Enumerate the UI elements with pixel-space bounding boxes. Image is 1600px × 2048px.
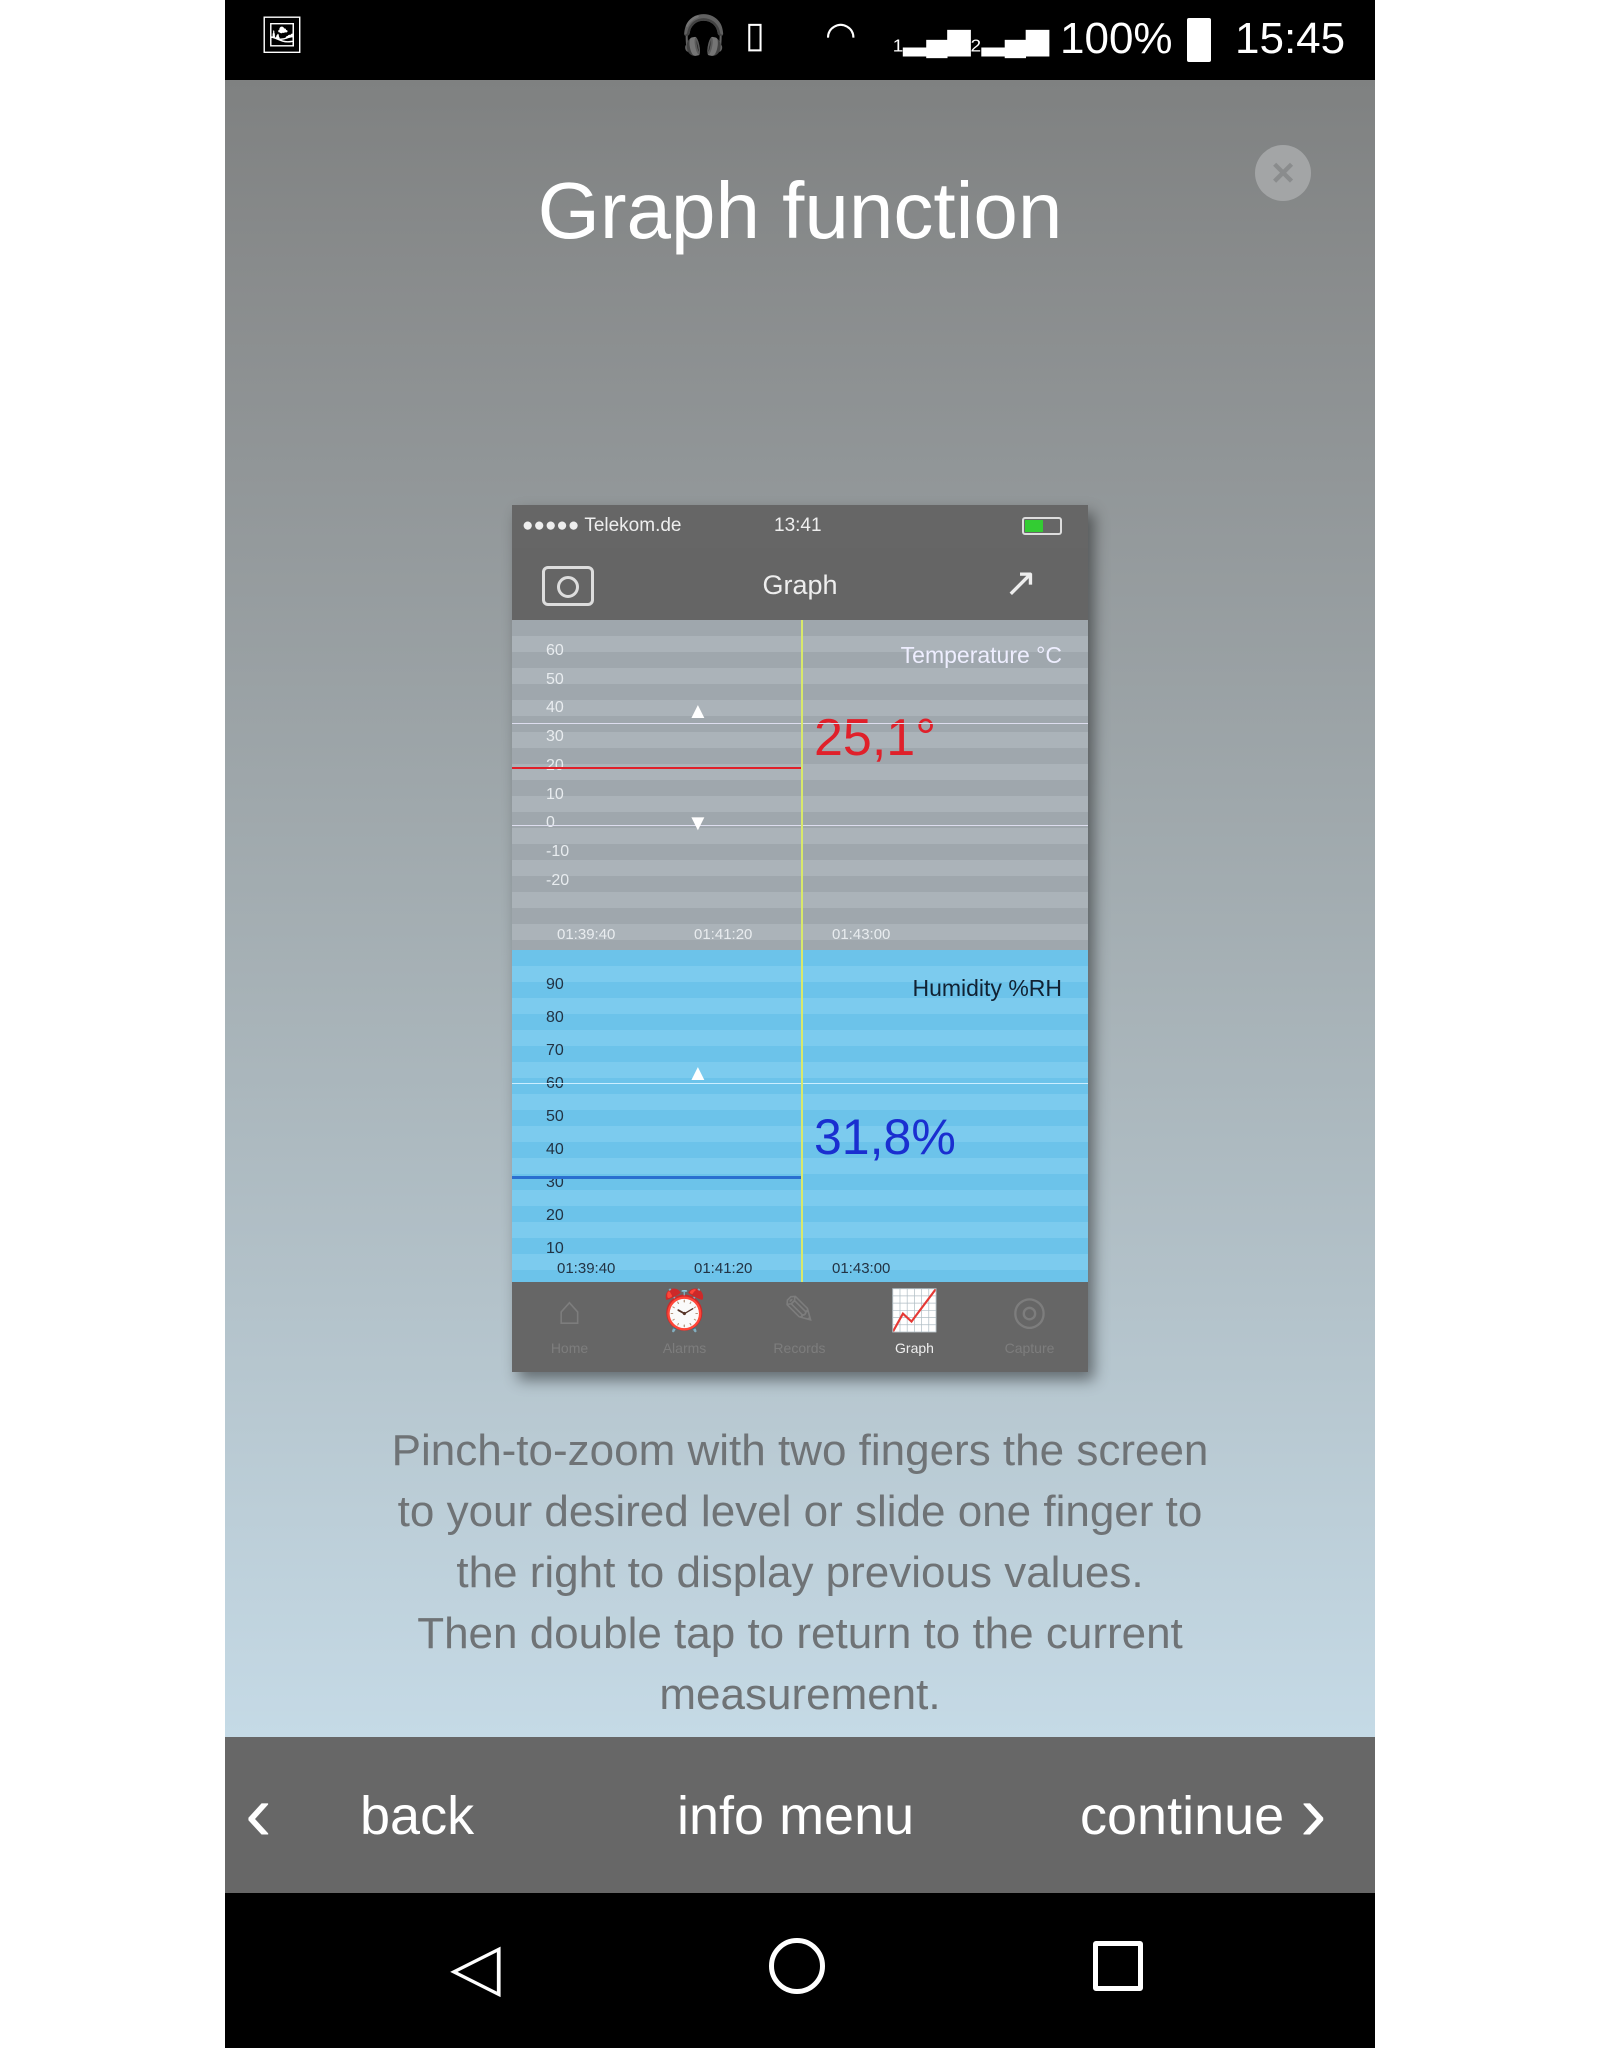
y-tick: -20	[546, 871, 570, 889]
wifi-icon: ◠	[825, 14, 857, 55]
lower-limit-arrow-icon: ▼	[687, 810, 709, 835]
info-menu-button[interactable]: info menu	[677, 1785, 914, 1847]
y-tick: 80	[546, 1009, 564, 1026]
y-tick: 10	[546, 785, 564, 803]
tab-records[interactable]: ✎ Records	[742, 1282, 857, 1372]
y-tick: 10	[546, 1240, 564, 1257]
preview-tab-bar: ⌂ Home ⏰ Alarms ✎ Records 📈 Graph ◎ Capture	[512, 1282, 1088, 1372]
instruction-line: to your desired level or slide one finge…	[397, 1487, 1203, 1536]
home-nav-icon[interactable]	[769, 1938, 825, 1994]
humidity-limit-line	[512, 1083, 1088, 1084]
lower-limit-line	[512, 825, 1088, 826]
preview-title: Graph	[762, 570, 838, 600]
y-tick: 60	[546, 642, 564, 659]
records-icon: ✎	[782, 1289, 817, 1333]
screen: 🖼 🎧 ▯ ◠ ₁▂▄▆ ₂▂▄▆ 100% 15:45 Graph funct…	[225, 0, 1375, 2048]
battery-icon	[1187, 18, 1211, 62]
image-icon: 🖼	[259, 14, 305, 55]
humidity-label: Humidity %RH	[912, 975, 1062, 1001]
tab-home[interactable]: ⌂ Home	[512, 1282, 627, 1372]
y-tick: 0	[546, 814, 555, 832]
vibrate-icon: ▯	[745, 14, 765, 55]
instruction-line: Pinch-to-zoom with two fingers the scree…	[391, 1426, 1209, 1475]
bottom-nav: ‹ back info menu continue ›	[225, 1737, 1375, 1893]
back-button[interactable]: back	[360, 1785, 474, 1847]
y-tick: 60	[546, 1075, 564, 1092]
app-preview-image: ●●●●● Telekom.de 13:41 Graph ↗ 60 50 40 30 2…	[512, 505, 1088, 1372]
temperature-value: 25,1°	[814, 709, 937, 767]
x-tick: 01:41:20	[694, 1260, 753, 1277]
continue-button[interactable]: continue	[1080, 1785, 1284, 1847]
x-tick: 01:43:00	[832, 926, 891, 943]
y-tick: 40	[546, 1141, 564, 1158]
instruction-line: Then double tap to return to the current	[417, 1609, 1183, 1658]
humidity-limit-arrow-icon: ▲	[687, 1060, 709, 1085]
chevron-right-icon[interactable]: ›	[1300, 1767, 1327, 1859]
instruction-line: the right to display previous values.	[456, 1548, 1144, 1597]
preview-status-bar: ●●●●● Telekom.de 13:41	[512, 505, 1088, 548]
headset-icon: 🎧	[680, 15, 728, 57]
tab-label: Home	[550, 1340, 589, 1356]
y-tick: 30	[546, 728, 564, 746]
y-tick: 70	[546, 1042, 564, 1059]
x-tick: 01:43:00	[832, 1260, 891, 1277]
humidity-chart: 90 80 70 60 50 40 30 20 10 Humidity %RH 31,8% ▲ …	[512, 950, 1088, 1282]
instruction-line: measurement.	[659, 1670, 941, 1719]
chevron-left-icon[interactable]: ‹	[245, 1767, 272, 1859]
android-nav-bar: ◁	[225, 1893, 1375, 2048]
y-tick: -10	[546, 842, 570, 860]
upper-limit-arrow-icon: ▲	[687, 698, 709, 723]
y-tick: 90	[546, 976, 564, 993]
carrier: ●●●●● Telekom.de	[522, 515, 682, 536]
tab-label: Capture	[1004, 1340, 1055, 1356]
temperature-line	[512, 767, 802, 769]
status-bar: 🖼 🎧 ▯ ◠ ₁▂▄▆ ₂▂▄▆ 100% 15:45	[225, 0, 1375, 80]
clock: 15:45	[1235, 14, 1346, 63]
y-tick: 50	[546, 1108, 564, 1125]
x-tick: 01:39:40	[557, 1260, 616, 1277]
temperature-label: Temperature °C	[900, 642, 1062, 668]
battery-level: 100%	[1060, 14, 1173, 63]
tab-label: Alarms	[662, 1340, 707, 1356]
graph-icon: 📈	[889, 1289, 940, 1333]
back-nav-icon[interactable]: ◁	[450, 1928, 501, 2005]
capture-icon: ◎	[1012, 1289, 1047, 1333]
y-tick: 20	[546, 756, 564, 774]
signal-1-icon: ₁▂▄▆	[893, 23, 971, 56]
home-icon: ⌂	[557, 1289, 582, 1333]
tab-alarms[interactable]: ⏰ Alarms	[627, 1282, 742, 1372]
y-tick: 20	[546, 1207, 564, 1224]
tab-label: Records	[773, 1340, 826, 1356]
preview-nav-bar: Graph ↗	[512, 548, 1088, 620]
tab-capture[interactable]: ◎ Capture	[972, 1282, 1087, 1372]
alarms-icon: ⏰	[659, 1289, 710, 1333]
temperature-chart: 60 50 40 30 20 10 0 -10 -20 Temperature °C 25,1°…	[512, 620, 1088, 950]
humidity-line	[512, 1176, 802, 1179]
page-title: Graph function	[537, 166, 1063, 255]
upper-limit-line	[512, 723, 1088, 724]
y-tick: 40	[546, 699, 564, 717]
cursor-line	[801, 620, 803, 1282]
x-tick: 01:39:40	[557, 926, 616, 943]
y-tick: 50	[546, 670, 564, 688]
recents-nav-icon[interactable]	[1093, 1941, 1143, 1991]
x-tick: 01:41:20	[694, 926, 753, 943]
signal-2-icon: ₂▂▄▆	[970, 23, 1050, 56]
humidity-value: 31,8%	[814, 1109, 956, 1165]
instruction-text: Pinch-to-zoom with two fingers the scree…	[265, 1420, 1335, 1725]
close-icon[interactable]: ×	[1255, 145, 1311, 201]
tab-graph[interactable]: 📈 Graph	[857, 1282, 972, 1372]
tab-label: Graph	[895, 1340, 934, 1356]
preview-battery-icon	[1022, 517, 1062, 535]
preview-time: 13:41	[774, 515, 822, 536]
share-icon: ↗	[1004, 561, 1038, 605]
